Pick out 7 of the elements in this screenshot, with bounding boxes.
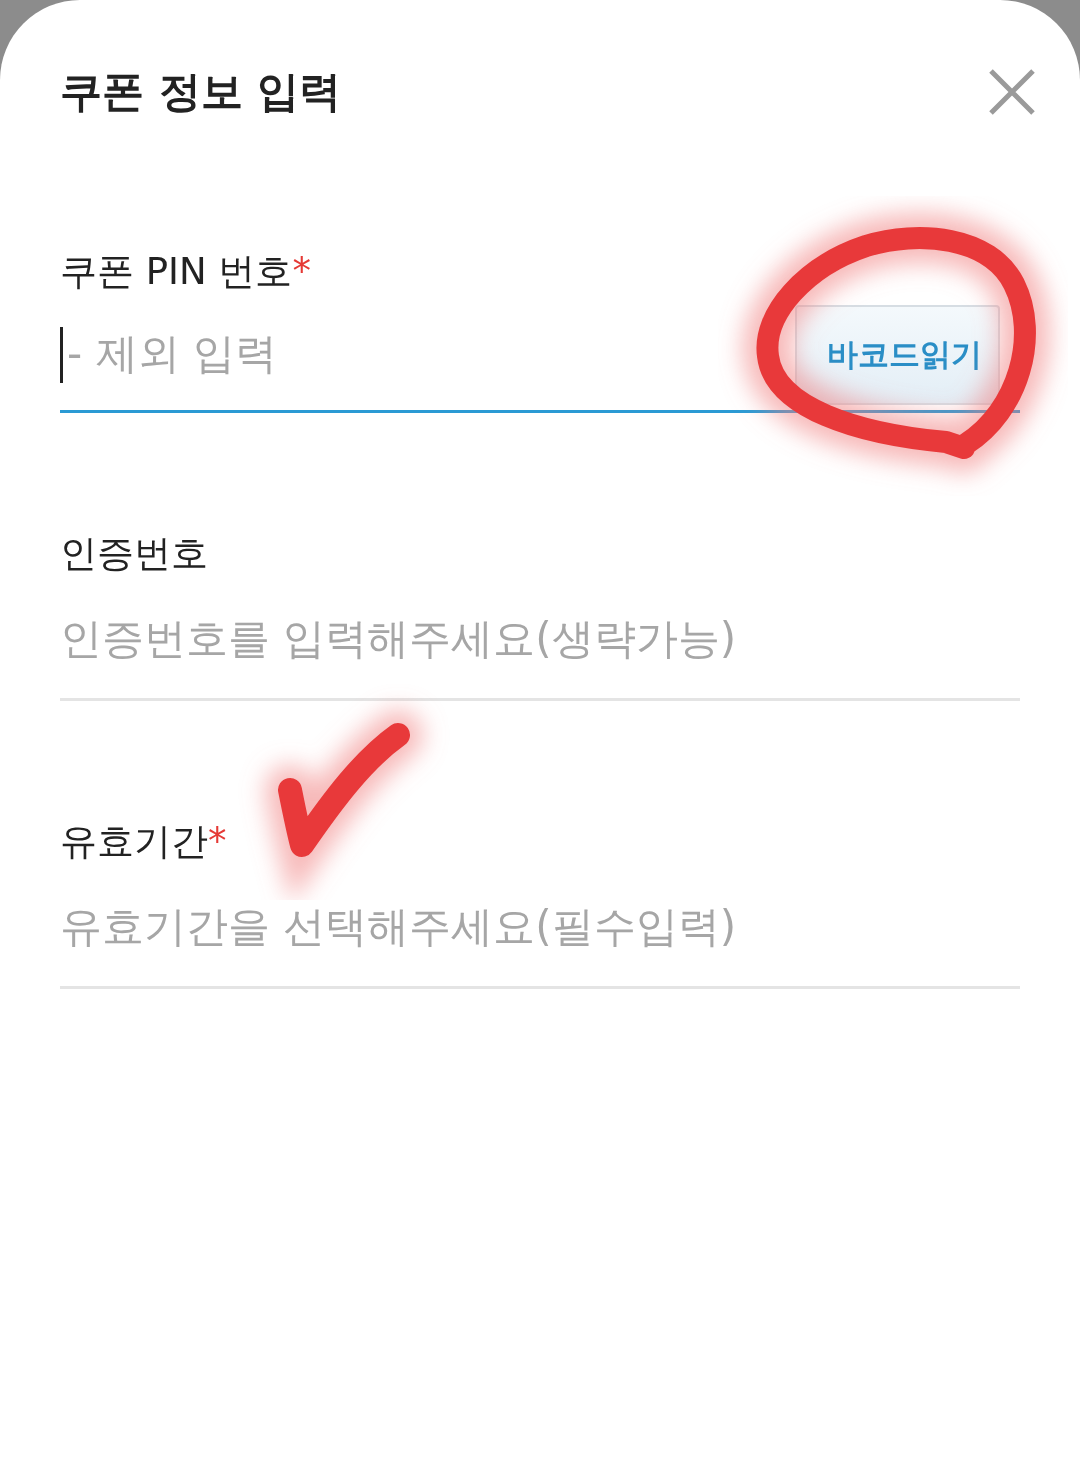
field-label: 쿠폰 PIN 번호* [60, 249, 311, 295]
text-cursor [60, 327, 63, 383]
sheet-title: 쿠폰 정보 입력 [60, 66, 342, 118]
close-icon [988, 68, 1036, 116]
field-label: 인증번호 [60, 531, 208, 577]
barcode-scan-button[interactable]: 바코드읽기 [795, 305, 1000, 405]
field-label: 유효기간* [60, 819, 227, 865]
